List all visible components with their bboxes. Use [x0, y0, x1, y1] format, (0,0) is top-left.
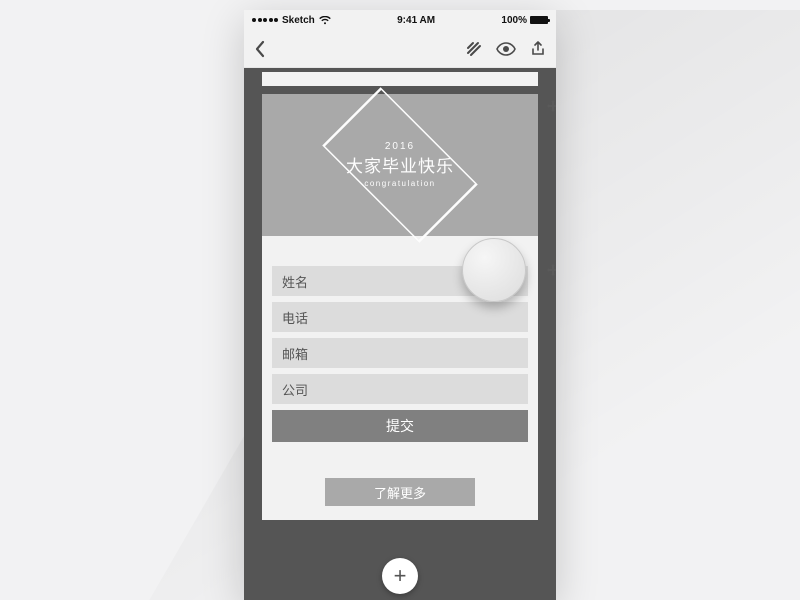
company-field[interactable]: 公司: [272, 374, 528, 404]
texture-icon[interactable]: [466, 41, 482, 57]
status-left: Sketch: [252, 15, 331, 26]
status-right: 100%: [501, 15, 548, 26]
preview-icon[interactable]: [496, 42, 516, 56]
add-button[interactable]: +: [382, 558, 418, 594]
drag-handle-circle[interactable]: [462, 238, 526, 302]
field-label: 电话: [282, 308, 308, 327]
status-time: 9:41 AM: [331, 15, 502, 26]
hero-block[interactable]: 2016 大家毕业快乐 congratulation: [262, 94, 538, 236]
field-label: 姓名: [282, 272, 308, 291]
signal-dots-icon: [252, 18, 278, 22]
field-label: 邮箱: [282, 344, 308, 363]
learn-more-button[interactable]: 了解更多: [325, 478, 475, 506]
submit-button[interactable]: 提交: [272, 410, 528, 442]
hero-title: 大家毕业快乐: [346, 156, 454, 177]
device-frame: Sketch 9:41 AM 100%: [244, 10, 556, 600]
previous-page-peek: [262, 72, 538, 86]
editor-canvas[interactable]: 2016 大家毕业快乐 congratulation 姓名 电话 邮箱 公司 提…: [244, 68, 556, 600]
email-field[interactable]: 邮箱: [272, 338, 528, 368]
battery-icon: [530, 16, 548, 24]
page: 2016 大家毕业快乐 congratulation 姓名 电话 邮箱 公司 提…: [262, 94, 538, 520]
more-block: 了解更多: [262, 462, 538, 520]
share-icon[interactable]: [530, 41, 546, 57]
status-bar: Sketch 9:41 AM 100%: [244, 10, 556, 30]
back-button[interactable]: [254, 40, 266, 58]
nav-bar: [244, 30, 556, 68]
phone-field[interactable]: 电话: [272, 302, 528, 332]
move-handle-icon[interactable]: [546, 100, 556, 114]
wifi-icon: [319, 16, 331, 25]
field-label: 公司: [282, 380, 308, 399]
battery-percent: 100%: [501, 15, 527, 26]
hero-year: 2016: [346, 141, 454, 154]
carrier-label: Sketch: [282, 15, 315, 26]
hero-badge: 2016 大家毕业快乐 congratulation: [316, 110, 484, 220]
move-handle-icon[interactable]: [546, 264, 556, 278]
hero-subtitle: congratulation: [346, 179, 454, 189]
